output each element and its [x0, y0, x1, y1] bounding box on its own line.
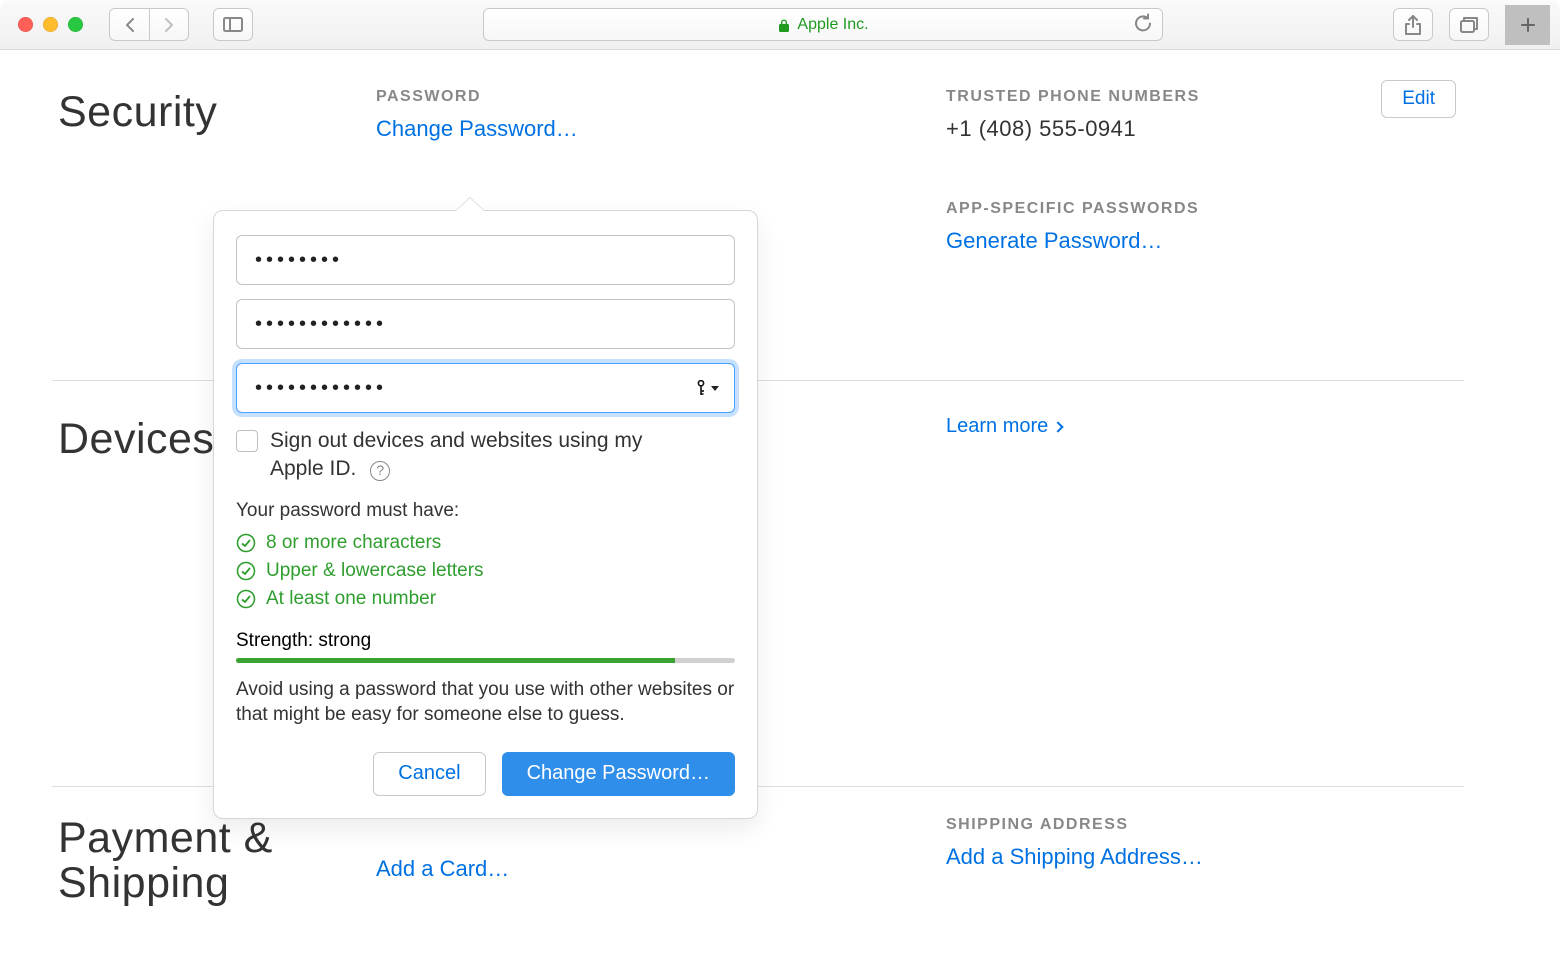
tabs-button[interactable]	[1449, 8, 1489, 41]
cancel-button[interactable]: Cancel	[373, 752, 485, 796]
check-circle-icon	[236, 589, 256, 609]
chevron-right-icon	[1053, 421, 1064, 432]
change-password-popover: Sign out devices and websites using my A…	[213, 210, 758, 819]
edit-security-button[interactable]: Edit	[1381, 80, 1456, 118]
sidebar-button[interactable]	[213, 8, 253, 41]
change-password-link[interactable]: Change Password…	[376, 116, 922, 142]
password-strength-meter	[236, 658, 735, 663]
app-specific-heading: APP-SPECIFIC PASSWORDS	[946, 200, 1492, 218]
password-heading: PASSWORD	[376, 88, 922, 106]
requirement-item: 8 or more characters	[236, 532, 735, 554]
password-strength-label: Strength: strong	[236, 630, 735, 652]
signout-devices-checkbox[interactable]	[236, 430, 258, 452]
current-password-input[interactable]	[236, 235, 735, 285]
nav-buttons	[109, 8, 189, 41]
caret-down-icon	[711, 386, 719, 391]
fullscreen-window-button[interactable]	[68, 17, 83, 32]
url-host-label: Apple Inc.	[797, 16, 868, 34]
titlebar: Apple Inc.	[0, 0, 1560, 50]
password-requirements-title: Your password must have:	[236, 500, 735, 522]
reload-icon[interactable]	[1134, 13, 1152, 36]
add-card-link[interactable]: Add a Card…	[376, 856, 922, 882]
confirm-password-input[interactable]	[236, 363, 735, 413]
new-tab-button[interactable]	[1505, 5, 1550, 45]
back-button[interactable]	[109, 8, 149, 41]
requirement-item: Upper & lowercase letters	[236, 560, 735, 582]
help-icon[interactable]: ?	[370, 461, 390, 481]
payment-title: Payment & Shipping	[58, 816, 376, 906]
payment-section: Payment & Shipping Add a Card… SHIPPING …	[58, 808, 1516, 906]
password-advice: Avoid using a password that you use with…	[236, 677, 735, 728]
shipping-heading: SHIPPING ADDRESS	[946, 816, 1492, 834]
devices-learn-more-link[interactable]: Learn more	[946, 415, 1516, 438]
page-content: Security PASSWORD Change Password… TRUST…	[0, 50, 1560, 254]
add-shipping-link[interactable]: Add a Shipping Address…	[946, 844, 1492, 870]
close-window-button[interactable]	[18, 17, 33, 32]
key-icon	[694, 380, 708, 396]
lock-icon	[777, 18, 791, 32]
password-autofill-button[interactable]	[694, 380, 719, 396]
check-circle-icon	[236, 533, 256, 553]
browser-window: Apple Inc. Security PASSWORD	[0, 0, 1560, 978]
new-password-input[interactable]	[236, 299, 735, 349]
generate-password-link[interactable]: Generate Password…	[946, 228, 1492, 254]
check-circle-icon	[236, 561, 256, 581]
url-bar[interactable]: Apple Inc.	[483, 8, 1163, 41]
forward-button[interactable]	[149, 8, 189, 41]
signout-devices-label: Sign out devices and websites using my A…	[270, 427, 735, 484]
minimize-window-button[interactable]	[43, 17, 58, 32]
learn-more-label: Learn more	[946, 415, 1048, 438]
requirement-item: At least one number	[236, 588, 735, 610]
change-password-submit-button[interactable]: Change Password…	[502, 752, 735, 796]
trusted-phone-value: +1 (408) 555-0941	[946, 116, 1492, 142]
traffic-lights	[10, 17, 83, 32]
share-button[interactable]	[1393, 8, 1433, 41]
